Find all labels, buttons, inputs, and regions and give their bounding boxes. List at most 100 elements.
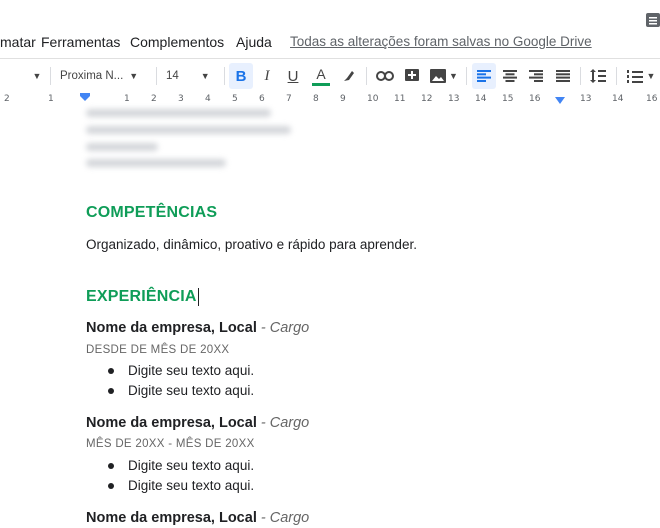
- role-separator: -: [256, 510, 270, 526]
- ruler-label: 6: [259, 94, 265, 104]
- ruler-label: 2: [151, 94, 157, 104]
- toolbar-divider: [224, 67, 225, 85]
- numbered-list-button[interactable]: ▼: [622, 63, 660, 89]
- ruler-label: 3: [178, 94, 184, 104]
- font-size-value: 14: [166, 70, 179, 82]
- ruler-label: 15: [502, 94, 514, 104]
- insert-link-button[interactable]: [373, 63, 397, 89]
- align-left-icon: [477, 70, 491, 82]
- chevron-down-icon: ▼: [646, 71, 656, 81]
- ruler-label: 2: [4, 94, 10, 104]
- chevron-down-icon: ▼: [129, 71, 139, 81]
- insert-image-button[interactable]: ▼: [427, 63, 461, 89]
- experiencia-heading: EXPERIÊNCIA: [86, 288, 200, 306]
- ruler-label: 5: [232, 94, 238, 104]
- toolbar: ▼ Proxima N... ▼ 14 ▼ B I U A ▼ ▼: [0, 58, 660, 94]
- job-entry-title: Nome da empresa, Local - Cargo: [86, 510, 309, 526]
- chevron-down-icon: ▼: [449, 71, 458, 81]
- underline-button[interactable]: U: [282, 63, 304, 89]
- list-item-text: Digite seu texto aqui.: [128, 478, 255, 493]
- redacted-text: [86, 126, 291, 134]
- image-icon: [430, 69, 447, 83]
- ruler-label: 1: [124, 94, 130, 104]
- ruler-label: 4: [205, 94, 211, 104]
- toolbar-divider: [580, 67, 581, 85]
- saved-status-link[interactable]: Todas as alterações foram salvas no Goog…: [290, 34, 592, 49]
- ruler-label: 16: [646, 94, 658, 104]
- bullet-icon: [108, 388, 114, 395]
- chevron-down-icon: ▼: [200, 71, 210, 81]
- list-item-text: Digite seu texto aqui.: [128, 363, 255, 378]
- insert-comment-button[interactable]: [400, 63, 424, 89]
- ruler-label: 16: [529, 94, 541, 104]
- highlight-button[interactable]: [338, 63, 360, 89]
- document-page[interactable]: COMPETÊNCIAS Organizado, dinâmico, proat…: [0, 107, 660, 528]
- ruler-label: 14: [612, 94, 624, 104]
- toolbar-divider: [50, 67, 51, 85]
- ruler-label: 13: [448, 94, 460, 104]
- toolbar-divider: [616, 67, 617, 85]
- align-center-button[interactable]: [499, 63, 521, 89]
- ruler-label: 12: [421, 94, 433, 104]
- link-icon: [376, 71, 394, 81]
- text-color-button[interactable]: A: [309, 63, 333, 89]
- bullet-icon: [108, 368, 114, 375]
- align-center-icon: [503, 70, 517, 82]
- company-name: Nome da empresa, Local: [86, 320, 257, 336]
- style-dropdown[interactable]: ▼: [26, 63, 42, 89]
- line-spacing-button[interactable]: [586, 63, 610, 89]
- text-cursor: [197, 288, 200, 306]
- list-item: Digite seu texto aqui.: [108, 383, 254, 398]
- company-name: Nome da empresa, Local: [86, 510, 257, 526]
- bullet-icon: [108, 463, 114, 470]
- bold-button[interactable]: B: [229, 63, 253, 89]
- align-right-button[interactable]: [525, 63, 547, 89]
- comments-icon[interactable]: [646, 12, 660, 28]
- font-size-dropdown[interactable]: 14 ▼: [166, 63, 220, 89]
- redacted-text: [86, 159, 226, 167]
- list-item-text: Digite seu texto aqui.: [128, 458, 255, 473]
- chevron-down-icon: ▼: [32, 71, 42, 81]
- list-item-text: Digite seu texto aqui.: [128, 383, 255, 398]
- ruler-label: 9: [340, 94, 346, 104]
- menu-complementos[interactable]: Complementos: [130, 34, 224, 50]
- right-indent-marker-icon[interactable]: [555, 97, 565, 104]
- font-name: Proxima N...: [60, 70, 124, 82]
- role-separator: -: [256, 415, 270, 431]
- menu-ajuda[interactable]: Ajuda: [236, 34, 272, 50]
- ruler[interactable]: 2 1 1 2 3 4 5 6 7 8 9 10 11 12 13 14 15 …: [0, 93, 660, 107]
- company-name: Nome da empresa, Local: [86, 415, 257, 431]
- ruler-label: 8: [313, 94, 319, 104]
- job-date: MÊS DE 20XX - MÊS DE 20XX: [86, 438, 255, 450]
- italic-button[interactable]: I: [256, 63, 278, 89]
- list-item: Digite seu texto aqui.: [108, 458, 254, 473]
- job-entry-title: Nome da empresa, Local - Cargo: [86, 415, 309, 431]
- menu-formatar[interactable]: matar: [0, 34, 36, 50]
- numbered-list-icon: [626, 70, 643, 83]
- font-dropdown[interactable]: Proxima N... ▼: [60, 63, 150, 89]
- role-separator: -: [256, 320, 270, 336]
- text-color-icon: A: [316, 65, 326, 82]
- toolbar-divider: [156, 67, 157, 85]
- justify-button[interactable]: [552, 63, 574, 89]
- competencias-text: Organizado, dinâmico, proativo e rápido …: [86, 237, 417, 252]
- redacted-text: [86, 109, 271, 117]
- menu-ferramentas[interactable]: Ferramentas: [41, 34, 120, 50]
- add-comment-icon: [405, 69, 419, 81]
- job-entry-title: Nome da empresa, Local - Cargo: [86, 320, 309, 336]
- ruler-label: 11: [394, 94, 406, 104]
- align-right-icon: [529, 70, 543, 82]
- experiencia-heading-text: EXPERIÊNCIA: [86, 288, 197, 306]
- ruler-label: 7: [286, 94, 292, 104]
- align-left-button[interactable]: [472, 63, 496, 89]
- ruler-label: 13: [580, 94, 592, 104]
- line-spacing-icon: [590, 69, 606, 83]
- left-indent-marker-icon[interactable]: [80, 93, 90, 101]
- redacted-text: [86, 143, 158, 151]
- bullet-icon: [108, 483, 114, 490]
- competencias-heading: COMPETÊNCIAS: [86, 204, 218, 221]
- role-title: Cargo: [269, 320, 310, 336]
- toolbar-divider: [466, 67, 467, 85]
- ruler-label: 10: [367, 94, 379, 104]
- role-title: Cargo: [269, 510, 310, 526]
